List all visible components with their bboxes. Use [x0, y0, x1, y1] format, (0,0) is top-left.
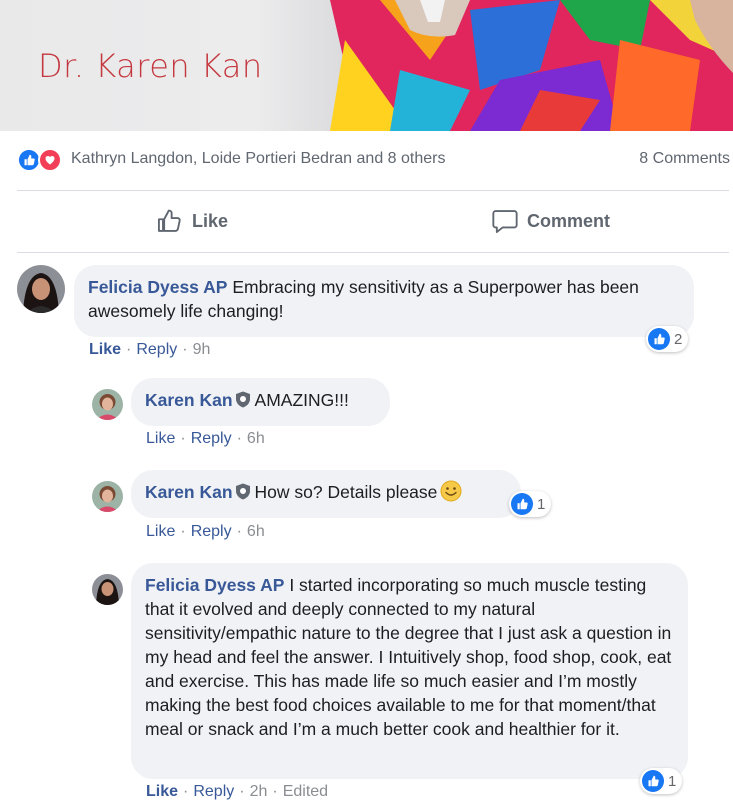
reaction-count-badge[interactable]: 1 [640, 768, 683, 794]
like-reaction-icon [648, 328, 670, 350]
avatar[interactable] [92, 574, 123, 605]
comment-author[interactable]: Karen Kan [145, 390, 233, 410]
comment-button-label: Comment [527, 210, 611, 231]
banner-title: Dr. Karen Kan [38, 47, 263, 85]
comment-actions: Like · Reply · 6h [146, 430, 265, 447]
love-reaction-icon [38, 148, 62, 172]
smiley-emoji-icon [440, 480, 462, 502]
comment-actions: Like · Reply · 6h [146, 523, 265, 540]
comment-bubble: Karen Kan AMAZING!!! [131, 378, 390, 426]
comment-like-link[interactable]: Like [146, 523, 175, 540]
comment-reply-link[interactable]: Reply [193, 783, 234, 800]
avatar[interactable] [92, 389, 123, 420]
divider [17, 190, 729, 191]
comment-reply-link[interactable]: Reply [191, 523, 232, 540]
comment-author[interactable]: Karen Kan [145, 482, 233, 502]
comment-text: How so? Details please [254, 482, 438, 502]
comment-like-link[interactable]: Like [146, 783, 178, 800]
comment-button[interactable]: Comment [491, 201, 610, 241]
comment-text: AMAZING!!! [254, 390, 349, 410]
avatar[interactable] [92, 481, 123, 512]
comment-time[interactable]: 6h [247, 430, 265, 447]
like-reaction-icon [642, 770, 664, 792]
comment-time[interactable]: 9h [193, 341, 211, 358]
comment-author[interactable]: Felicia Dyess AP [88, 277, 227, 297]
comment-time[interactable]: 2h [250, 783, 268, 800]
comment-bubble: Karen Kan How so? Details please [131, 470, 521, 518]
reaction-icons[interactable] [17, 148, 67, 172]
reaction-count-badge[interactable]: 1 [509, 491, 552, 517]
comment-reply-link[interactable]: Reply [191, 430, 232, 447]
comment-like-link[interactable]: Like [146, 430, 175, 447]
reaction-count: 1 [537, 495, 546, 513]
comment-actions: Like · Reply · 9h [89, 341, 211, 358]
comments-count[interactable]: 8 Comments [639, 150, 730, 168]
like-reaction-icon [511, 493, 533, 515]
comment-like-link[interactable]: Like [89, 341, 121, 358]
comment-icon [492, 210, 518, 234]
comment-edited-label[interactable]: Edited [283, 783, 328, 800]
comment-time[interactable]: 6h [247, 523, 265, 540]
avatar[interactable] [17, 265, 65, 313]
reaction-count-badge[interactable]: 2 [646, 326, 689, 352]
admin-shield-icon [235, 391, 250, 408]
reaction-count: 2 [674, 330, 683, 348]
like-button[interactable]: Like [156, 201, 228, 241]
reaction-names[interactable]: Kathryn Langdon, Loide Portieri Bedran a… [71, 150, 445, 168]
comment-bubble: Felicia Dyess AP I started incorporating… [131, 563, 688, 779]
divider [17, 252, 729, 253]
comment-text: I started incorporating so much muscle t… [145, 575, 672, 739]
comment-author[interactable]: Felicia Dyess AP [145, 575, 284, 595]
admin-shield-icon [235, 483, 250, 500]
like-button-label: Like [192, 210, 229, 231]
thumbs-up-icon [157, 209, 181, 232]
comment-bubble: Felicia Dyess AP Embracing my sensitivit… [74, 265, 694, 337]
reaction-count: 1 [668, 772, 677, 790]
comment-reply-link[interactable]: Reply [136, 341, 177, 358]
comment-actions: Like · Reply · 2h · Edited [146, 783, 329, 800]
cover-banner: Dr. Karen Kan [0, 0, 733, 131]
